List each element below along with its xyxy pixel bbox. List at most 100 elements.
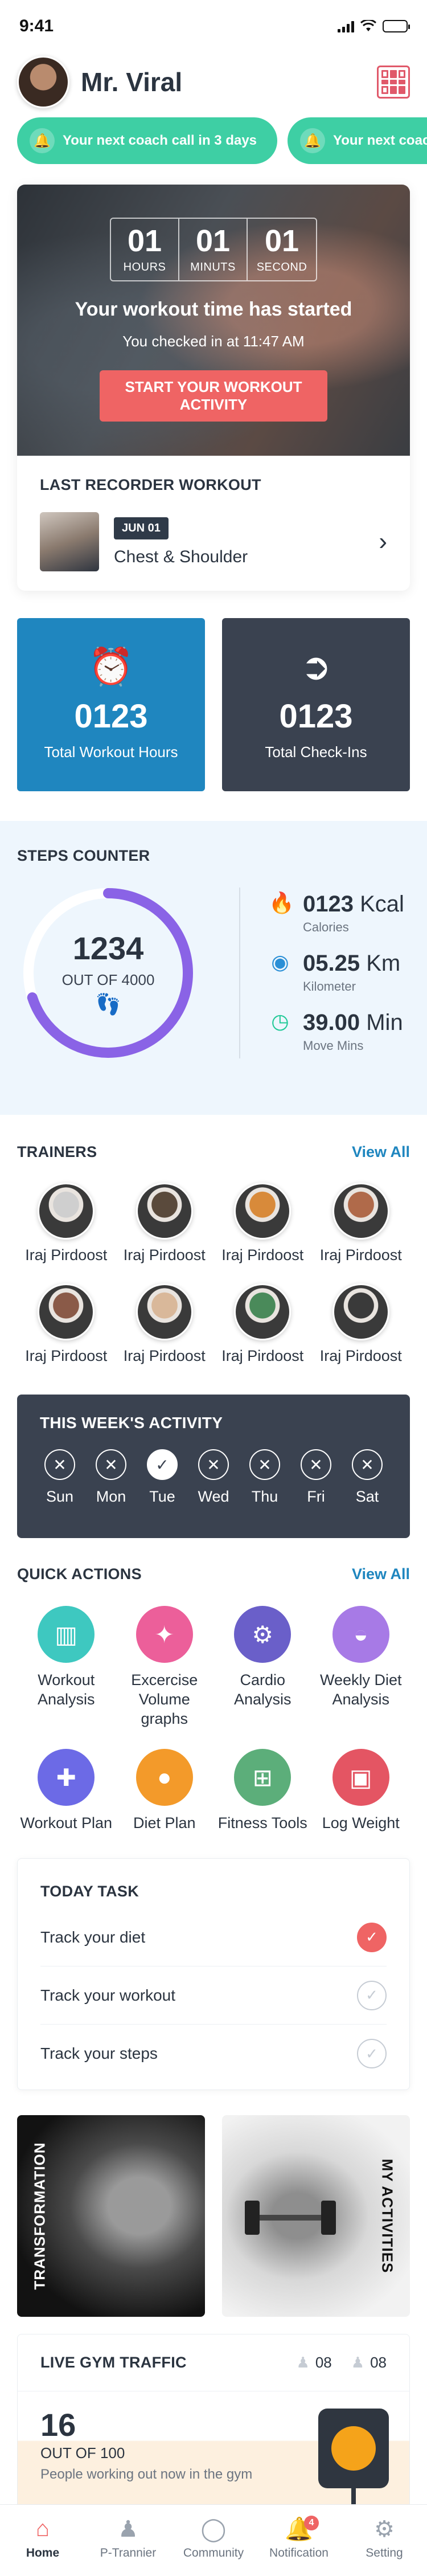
door-enter-icon: ➲ xyxy=(301,646,331,687)
quick-actions-view-all-link[interactable]: View All xyxy=(352,1565,410,1583)
coach-notice[interactable]: 🔔 Your next coach call in 3 days xyxy=(17,117,278,164)
tab-home[interactable]: ⌂ Home xyxy=(3,2516,83,2560)
trainer-item[interactable]: Iraj Pirdoost xyxy=(17,1283,116,1365)
last-workout-row[interactable]: JUN 01 Chest & Shoulder › xyxy=(40,512,387,571)
transformation-tile[interactable]: TRANSFORMATION xyxy=(17,2115,205,2317)
avatar[interactable] xyxy=(17,56,69,108)
start-workout-button[interactable]: START YOUR WORKOUT ACTIVITY xyxy=(100,370,327,422)
metric-calories: 🔥 0123 Kcal Calories xyxy=(269,893,404,935)
timer-hours: 01 HOURS xyxy=(111,219,179,280)
quick-action-label: Cardio Analysis xyxy=(233,1671,291,1708)
metric-move-mins: ◷ 39.00 Min Move Mins xyxy=(269,1011,404,1053)
steps-counter: STEPS COUNTER 1234 OUT OF 4000 👣 🔥 0123 … xyxy=(0,821,427,1115)
metric-kilometer: ◉ 05.25 Km Kilometer xyxy=(269,952,404,994)
stat-value: 0123 xyxy=(279,698,353,735)
task-row[interactable]: Track your steps ✓ xyxy=(40,2025,387,2083)
steps-heading: STEPS COUNTER xyxy=(17,847,150,864)
day-label: Tue xyxy=(149,1488,175,1505)
task-label: Track your diet xyxy=(40,1928,146,1946)
bar-chart-icon: ▥ xyxy=(38,1606,95,1663)
person-icon: ♟ xyxy=(351,2354,365,2371)
flame-icon: 🔥 xyxy=(269,891,294,914)
day-label: Mon xyxy=(96,1488,126,1505)
tab-notification[interactable]: 🔔 4 Notification xyxy=(259,2515,339,2560)
day-label: Thu xyxy=(251,1488,278,1505)
quick-action[interactable]: ✦ Excercise Volume graphs xyxy=(116,1606,214,1728)
timer-seconds: 01 SECOND xyxy=(248,219,316,280)
last-workout-heading: LAST RECORDER WORKOUT xyxy=(40,476,261,493)
trainer-item[interactable]: Iraj Pirdoost xyxy=(116,1183,214,1264)
stat-check-ins[interactable]: ➲ 0123 Total Check-Ins xyxy=(222,618,410,791)
user-profile[interactable]: Mr. Viral xyxy=(17,56,182,108)
chevron-right-icon[interactable]: › xyxy=(379,528,387,556)
quick-action-label: Diet Plan xyxy=(133,1814,196,1832)
timer-unit: HOURS xyxy=(123,260,166,273)
trainer-name: Iraj Pirdoost xyxy=(319,1347,402,1364)
tab-community[interactable]: ◯ Community xyxy=(174,2516,253,2560)
trainer-name: Iraj Pirdoost xyxy=(123,1347,206,1364)
person-icon: ♟ xyxy=(118,2516,138,2542)
tab-label: Setting xyxy=(366,2546,403,2559)
stat-value: 0123 xyxy=(74,698,148,735)
gym-traffic-counts: ♟ 08 ♟ 08 xyxy=(297,2354,387,2371)
trainer-grid: Iraj Pirdoost Iraj Pirdoost Iraj Pirdoos… xyxy=(17,1183,410,1365)
trainer-item[interactable]: Iraj Pirdoost xyxy=(17,1183,116,1264)
tab-label: Home xyxy=(26,2546,60,2559)
trainer-item[interactable]: Iraj Pirdoost xyxy=(312,1283,410,1365)
day-item[interactable]: ✕ Sun xyxy=(40,1449,80,1506)
trainer-name: Iraj Pirdoost xyxy=(221,1246,304,1264)
check-circle-icon[interactable]: ✓ xyxy=(357,2039,387,2068)
quick-action-label: Workout Analysis xyxy=(37,1671,95,1708)
food-cloche-icon: ◒ xyxy=(332,1606,389,1663)
weekly-activity-heading: THIS WEEK'S ACTIVITY xyxy=(40,1414,223,1432)
quick-action[interactable]: ◒ Weekly Diet Analysis xyxy=(312,1606,410,1728)
quick-action[interactable]: ● Diet Plan xyxy=(116,1749,214,1833)
stat-workout-hours[interactable]: ⏰ 0123 Total Workout Hours xyxy=(17,618,205,791)
trainer-item[interactable]: Iraj Pirdoost xyxy=(312,1183,410,1264)
day-item[interactable]: ✕ Thu xyxy=(245,1449,285,1506)
trainer-item[interactable]: Iraj Pirdoost xyxy=(214,1283,312,1365)
day-item[interactable]: ✕ Mon xyxy=(91,1449,131,1506)
task-row[interactable]: Track your diet ✓ xyxy=(40,1908,387,1966)
count-value: 08 xyxy=(315,2354,332,2371)
qr-code-icon[interactable] xyxy=(377,66,410,99)
metric-value: 39.00 xyxy=(303,1010,360,1035)
quick-action[interactable]: ⚙ Cardio Analysis xyxy=(214,1606,312,1728)
app-screen: 9:41 Mr. Viral 🔔 Your next coach call in… xyxy=(0,0,427,2576)
alarm-clock-icon: ⏰ xyxy=(88,646,134,687)
last-workout-date: JUN 01 xyxy=(114,517,169,539)
close-icon: ✕ xyxy=(352,1449,383,1480)
bottom-tab-bar: ⌂ Home ♟ P-Trannier ◯ Community 🔔 4 Notif… xyxy=(0,2504,427,2576)
task-label: Track your workout xyxy=(40,1986,176,2004)
my-activities-tile[interactable]: MY ACTIVITIES xyxy=(222,2115,410,2317)
day-item[interactable]: ✕ Wed xyxy=(194,1449,233,1506)
check-circle-icon[interactable]: ✓ xyxy=(357,1922,387,1952)
coach-notice-carousel[interactable]: 🔔 Your next coach call in 3 days 🔔 Your … xyxy=(0,107,427,170)
task-row[interactable]: Track your workout ✓ xyxy=(40,1966,387,2025)
calculator-icon: ⊞ xyxy=(234,1749,291,1806)
day-item[interactable]: ✕ Sat xyxy=(347,1449,387,1506)
quick-action[interactable]: ▥ Workout Analysis xyxy=(17,1606,116,1728)
trainers-view-all-link[interactable]: View All xyxy=(352,1143,410,1161)
quick-action[interactable]: ✚ Workout Plan xyxy=(17,1749,116,1833)
quick-action[interactable]: ⊞ Fitness Tools xyxy=(214,1749,312,1833)
metric-label: Move Mins xyxy=(303,1038,364,1053)
trainer-item[interactable]: Iraj Pirdoost xyxy=(116,1283,214,1365)
coach-notice-text: Your next coach call in 3 days xyxy=(333,133,427,148)
day-item[interactable]: ✕ Fri xyxy=(296,1449,336,1506)
status-bar: 9:41 xyxy=(0,0,427,52)
coach-notice[interactable]: 🔔 Your next coach call in 3 days xyxy=(288,117,427,164)
quick-action[interactable]: ▣ Log Weight xyxy=(312,1749,410,1833)
signal-icon xyxy=(338,20,354,32)
trainer-item[interactable]: Iraj Pirdoost xyxy=(214,1183,312,1264)
trainers-section: TRAINERS View All Iraj Pirdoost Iraj Pir… xyxy=(0,1115,427,1365)
day-item[interactable]: ✓ Tue xyxy=(142,1449,182,1506)
timer-unit: SECOND xyxy=(256,260,307,273)
check-circle-icon[interactable]: ✓ xyxy=(357,1980,387,2010)
day-label: Sun xyxy=(46,1488,74,1505)
quick-actions-heading: QUICK ACTIONS xyxy=(17,1565,142,1583)
check-icon: ✓ xyxy=(147,1449,178,1480)
tab-setting[interactable]: ⚙ Setting xyxy=(344,2516,424,2560)
metric-label: Kilometer xyxy=(303,979,356,993)
tab-p-trainer[interactable]: ♟ P-Trannier xyxy=(88,2516,168,2560)
